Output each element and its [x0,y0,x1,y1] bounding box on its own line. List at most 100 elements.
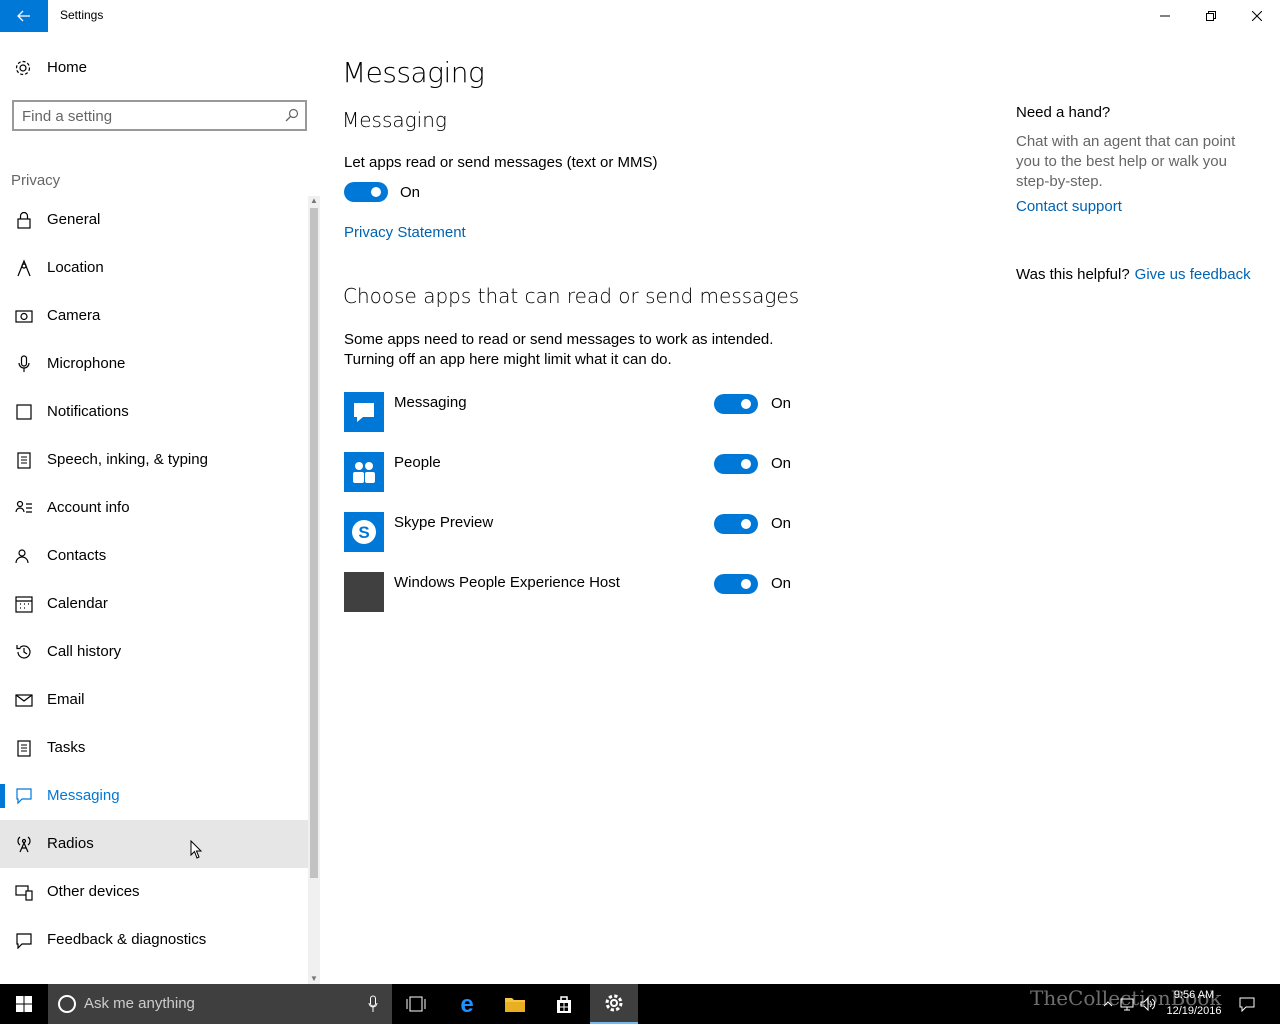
history-icon [16,645,31,659]
privacy-statement-link[interactable]: Privacy Statement [344,224,466,241]
sidebar-item-calendar[interactable]: Calendar [0,580,308,628]
search-input[interactable] [22,106,272,126]
app-name: Windows People Experience Host [394,574,620,591]
master-toggle-description: Let apps read or send messages (text or … [344,154,658,171]
sidebar-item-label: General [47,211,101,228]
people-app-icon [344,452,384,492]
show-hidden-icons-button[interactable] [1098,984,1118,1024]
sidebar-item-label: Location [47,259,104,276]
cortana-search-text: Ask me anything [84,995,195,1012]
minimize-button[interactable] [1142,0,1188,32]
sidebar-item-email[interactable]: Email [0,676,308,724]
location-icon [17,259,31,277]
store-taskbar-button[interactable] [540,984,588,1024]
home-nav-item[interactable]: Home [0,46,320,90]
app-toggle-messaging[interactable] [714,394,758,414]
sidebar-item-account-info[interactable]: Account info [0,484,308,532]
helpful-row: Was this helpful? Give us feedback [1016,266,1251,283]
start-button[interactable] [0,984,48,1024]
scroll-down-icon[interactable]: ▼ [310,974,318,984]
sidebar-item-label: Microphone [47,355,126,372]
app-toggle-people[interactable] [714,454,758,474]
master-messaging-toggle[interactable] [344,182,388,202]
network-tray-button[interactable] [1118,984,1136,1024]
sidebar-item-microphone[interactable]: Microphone [0,340,308,388]
sidebar-item-messaging[interactable]: Messaging [0,772,308,820]
scroll-up-icon[interactable]: ▲ [310,196,318,206]
apps-desc-line: Some apps need to read or send messages … [344,331,774,348]
volume-tray-button[interactable] [1138,984,1158,1024]
network-icon [1120,998,1134,1011]
sidebar-item-radios[interactable]: Radios [0,820,308,868]
sidebar-item-other-devices[interactable]: Other devices [0,868,308,916]
close-button[interactable] [1234,0,1280,32]
sidebar-scrollbar[interactable]: ▲ ▼ [308,196,320,984]
sidebar-item-speech[interactable]: Speech, inking, & typing [0,436,308,484]
restore-button[interactable] [1188,0,1234,32]
restore-icon [1206,11,1216,21]
apps-section-description: Some apps need to read or send messages … [344,330,804,370]
contacts-icon [15,549,29,564]
settings-taskbar-button[interactable] [590,984,638,1024]
sidebar-item-label: Speech, inking, & typing [47,451,208,468]
task-view-button[interactable] [392,984,440,1024]
sidebar-item-label: Email [47,691,85,708]
app-name: People [394,454,441,471]
volume-icon [1140,997,1156,1011]
camera-icon [15,310,33,323]
file-explorer-taskbar-button[interactable] [491,984,539,1024]
microphone-icon [18,355,30,372]
clock[interactable]: 9:56 AM 12/19/2016 [1158,987,1230,1019]
edge-icon: e [460,993,473,1015]
back-button[interactable] [0,0,48,32]
lock-icon [17,211,31,229]
toggle-knob [741,579,751,589]
sidebar-item-label: Radios [47,835,94,852]
apps-section-title: Choose apps that can read or send messag… [343,284,800,308]
speech-icon [17,452,31,469]
scroll-thumb[interactable] [310,208,318,878]
contact-support-link[interactable]: Contact support [1016,198,1122,215]
sidebar-item-label: Tasks [47,739,86,756]
sidebar-item-general[interactable]: General [0,196,308,244]
radio-icon [17,836,31,853]
give-feedback-link[interactable]: Give us feedback [1135,266,1251,283]
home-label: Home [47,59,88,76]
sidebar-item-label: Calendar [47,595,108,612]
app-toggle-people-experience-host[interactable] [714,574,758,594]
app-row-people-experience-host: Windows People Experience Host On [344,572,804,612]
microphone-icon[interactable] [368,995,378,1013]
sidebar-item-tasks[interactable]: Tasks [0,724,308,772]
sidebar-item-call-history[interactable]: Call history [0,628,308,676]
app-toggle-state: On [771,515,792,532]
app-name: Skype Preview [394,514,494,531]
search-icon[interactable] [285,108,299,122]
sidebar-item-camera[interactable]: Camera [0,292,308,340]
helpful-question: Was this helpful? [1016,266,1130,283]
app-toggle-skype[interactable] [714,514,758,534]
sidebar-item-contacts[interactable]: Contacts [0,532,308,580]
toggle-knob [741,519,751,529]
sidebar-item-feedback[interactable]: Feedback & diagnostics [0,916,308,964]
sidebar-item-notifications[interactable]: Notifications [0,388,308,436]
cortana-search-box[interactable]: Ask me anything [48,984,392,1024]
app-row-messaging: Messaging On [344,392,804,432]
toggle-knob [741,399,751,409]
search-box[interactable] [12,100,307,131]
sidebar-item-label: Contacts [47,547,107,564]
window-title: Settings [60,8,104,22]
sidebar-item-location[interactable]: Location [0,244,308,292]
app-row-skype: S Skype Preview On [344,512,804,552]
help-title: Need a hand? [1016,104,1111,121]
toggle-knob [371,187,381,197]
generic-app-icon [344,572,384,612]
action-center-button[interactable] [1234,984,1260,1024]
email-icon [15,694,33,707]
close-icon [1252,11,1262,21]
edge-taskbar-button[interactable]: e [443,984,491,1024]
clock-time: 9:56 AM [1173,989,1215,1001]
app-toggle-state: On [771,395,792,412]
clock-date: 12/19/2016 [1166,1005,1222,1017]
gear-icon [15,60,31,76]
store-icon [557,996,571,1013]
